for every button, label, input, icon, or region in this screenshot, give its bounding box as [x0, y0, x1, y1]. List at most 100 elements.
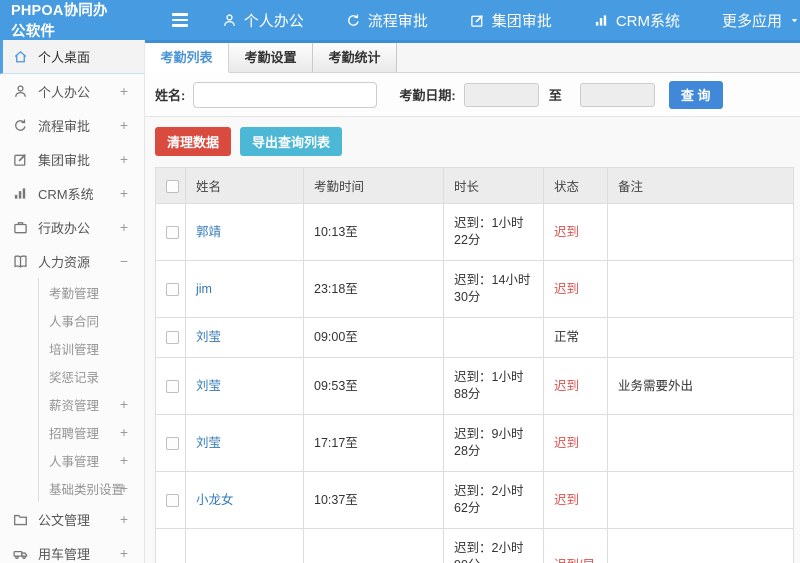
nav-label: 更多应用 — [721, 12, 782, 30]
edit-icon — [13, 152, 30, 167]
header-status: 状态 — [543, 167, 608, 204]
expand-toggle[interactable]: + — [120, 219, 128, 235]
sidebar-item-vehicles[interactable]: 用车管理 + — [0, 536, 144, 563]
expand-toggle[interactable]: + — [120, 452, 128, 468]
cell-remark — [607, 260, 794, 318]
expand-toggle[interactable]: + — [120, 185, 128, 201]
sidebar-subitem-training[interactable]: 培训管理 — [39, 334, 144, 362]
cell-name: 刘莹 — [185, 414, 304, 472]
search-button[interactable]: 查 询 — [668, 80, 723, 109]
sidebar-subitem-contracts[interactable]: 人事合同 — [39, 306, 144, 334]
name-input[interactable] — [193, 81, 378, 108]
row-checkbox[interactable] — [166, 282, 179, 296]
subitem-label: 培训管理 — [49, 342, 100, 357]
subitem-label: 招聘管理 — [49, 426, 100, 441]
cell-checkbox — [155, 528, 186, 563]
employee-name-link[interactable]: 郭靖 — [196, 225, 221, 239]
collapse-toggle[interactable]: − — [120, 253, 128, 269]
sidebar-item-label: 行政办公 — [38, 220, 91, 236]
cell-remark: 业务需要外出 — [607, 357, 794, 415]
sidebar-item-label: 人力资源 — [38, 254, 91, 270]
nav-item-workflow[interactable]: 流程审批 — [346, 10, 428, 31]
sidebar-subitem-personnel[interactable]: 人事管理 + — [39, 446, 144, 474]
tab-attendance-stats[interactable]: 考勤统计 — [313, 43, 397, 72]
cell-status: 迟到 — [543, 203, 608, 261]
briefcase-icon — [13, 220, 30, 235]
sidebar-subitem-recruiting[interactable]: 招聘管理 + — [39, 418, 144, 446]
expand-toggle[interactable]: + — [120, 396, 128, 412]
user-icon — [13, 84, 30, 99]
sidebar-subitem-attendance[interactable]: 考勤管理 — [39, 278, 144, 306]
sidebar-item-label: 个人办公 — [38, 84, 91, 100]
cell-remark — [607, 414, 794, 472]
tab-bar: 考勤列表 考勤设置 考勤统计 — [145, 43, 800, 73]
to-label: 至 — [548, 88, 562, 103]
cell-time: 10:37至 — [303, 471, 444, 529]
sidebar-subitem-salary[interactable]: 薪资管理 + — [39, 390, 144, 418]
row-checkbox[interactable] — [166, 225, 179, 239]
export-list-button[interactable]: 导出查询列表 — [240, 127, 343, 156]
sidebar-item-personal-office[interactable]: 个人办公 + — [0, 74, 144, 108]
cell-name: jim — [185, 260, 304, 318]
date-to-input[interactable] — [579, 82, 655, 107]
nav-label: 流程审批 — [367, 12, 428, 30]
subitem-label: 考勤管理 — [49, 286, 100, 301]
nav-item-personal-office[interactable]: 个人办公 — [222, 10, 304, 31]
row-checkbox[interactable] — [166, 493, 179, 507]
sidebar-item-hr[interactable]: 人力资源 − — [0, 244, 144, 278]
subitem-label: 人事合同 — [49, 314, 100, 329]
expand-toggle[interactable]: + — [120, 83, 128, 99]
nav-item-group-approval[interactable]: 集团审批 — [470, 10, 552, 31]
cell-remark: 1111 — [607, 528, 794, 563]
row-checkbox[interactable] — [166, 379, 179, 393]
expand-toggle[interactable]: + — [120, 424, 128, 440]
nav-item-crm[interactable]: CRM系统 — [594, 10, 680, 31]
subitem-label: 基础类别设置 — [49, 482, 125, 497]
main-content: 考勤列表 考勤设置 考勤统计 姓名: 考勤日期: 至 查 询 清理数据 导出查询… — [145, 40, 800, 563]
select-all-checkbox[interactable] — [166, 179, 179, 193]
sidebar-item-documents[interactable]: 公文管理 + — [0, 502, 144, 536]
clean-data-button[interactable]: 清理数据 — [155, 127, 232, 156]
top-header: PHPOA协同办公软件 个人办公 流程审批 集团审批 CRM系统 更多应用 — [0, 0, 800, 40]
cell-checkbox — [155, 414, 186, 472]
sidebar-subitem-rewards[interactable]: 奖惩记录 — [39, 362, 144, 390]
flow-icon — [13, 118, 30, 133]
sidebar-item-group-approval[interactable]: 集团审批 + — [0, 142, 144, 176]
sidebar-item-crm[interactable]: CRM系统 + — [0, 176, 144, 210]
expand-toggle[interactable]: + — [120, 545, 128, 561]
cell-name: 管理员 — [185, 528, 304, 563]
cell-name: 小龙女 — [185, 471, 304, 529]
edit-icon — [470, 13, 485, 28]
sidebar-item-admin-office[interactable]: 行政办公 + — [0, 210, 144, 244]
date-from-input[interactable] — [463, 82, 539, 107]
sidebar-subitem-base-category[interactable]: 基础类别设置 + — [39, 474, 144, 502]
expand-toggle[interactable]: + — [120, 511, 128, 527]
cell-time: 10:54至10:54 — [303, 528, 444, 563]
tab-attendance-list[interactable]: 考勤列表 — [145, 43, 229, 73]
expand-toggle[interactable]: + — [120, 151, 128, 167]
sidebar-item-workflow[interactable]: 流程审批 + — [0, 108, 144, 142]
sidebar-item-label: 用车管理 — [38, 546, 91, 562]
cell-duration: 迟到：14小时30分 — [443, 260, 544, 318]
sidebar-item-desktop[interactable]: 个人桌面 — [0, 40, 144, 74]
employee-name-link[interactable]: jim — [196, 282, 212, 296]
nav-item-more-apps[interactable]: 更多应用 — [722, 10, 800, 31]
row-checkbox[interactable] — [166, 436, 179, 450]
hamburger-menu-icon[interactable] — [171, 13, 188, 27]
cell-name: 刘莹 — [185, 357, 304, 415]
cell-status: 迟到 — [543, 260, 608, 318]
expand-toggle[interactable]: + — [120, 117, 128, 133]
expand-toggle[interactable]: + — [120, 480, 128, 496]
sidebar: 个人桌面 个人办公 + 流程审批 + 集团审批 + CRM系统 + 行政办公 + — [0, 40, 145, 563]
tab-attendance-settings[interactable]: 考勤设置 — [229, 43, 313, 72]
subitem-label: 人事管理 — [49, 454, 100, 469]
header-time: 考勤时间 — [303, 167, 444, 204]
row-checkbox[interactable] — [166, 331, 179, 345]
employee-name-link[interactable]: 小龙女 — [196, 493, 234, 507]
cell-status: 迟到/早退 — [543, 528, 608, 563]
employee-name-link[interactable]: 刘莹 — [196, 379, 221, 393]
employee-name-link[interactable]: 刘莹 — [196, 436, 221, 450]
employee-name-link[interactable]: 刘莹 — [196, 330, 221, 344]
cell-status: 迟到 — [543, 414, 608, 472]
nav-label: CRM系统 — [615, 12, 680, 30]
